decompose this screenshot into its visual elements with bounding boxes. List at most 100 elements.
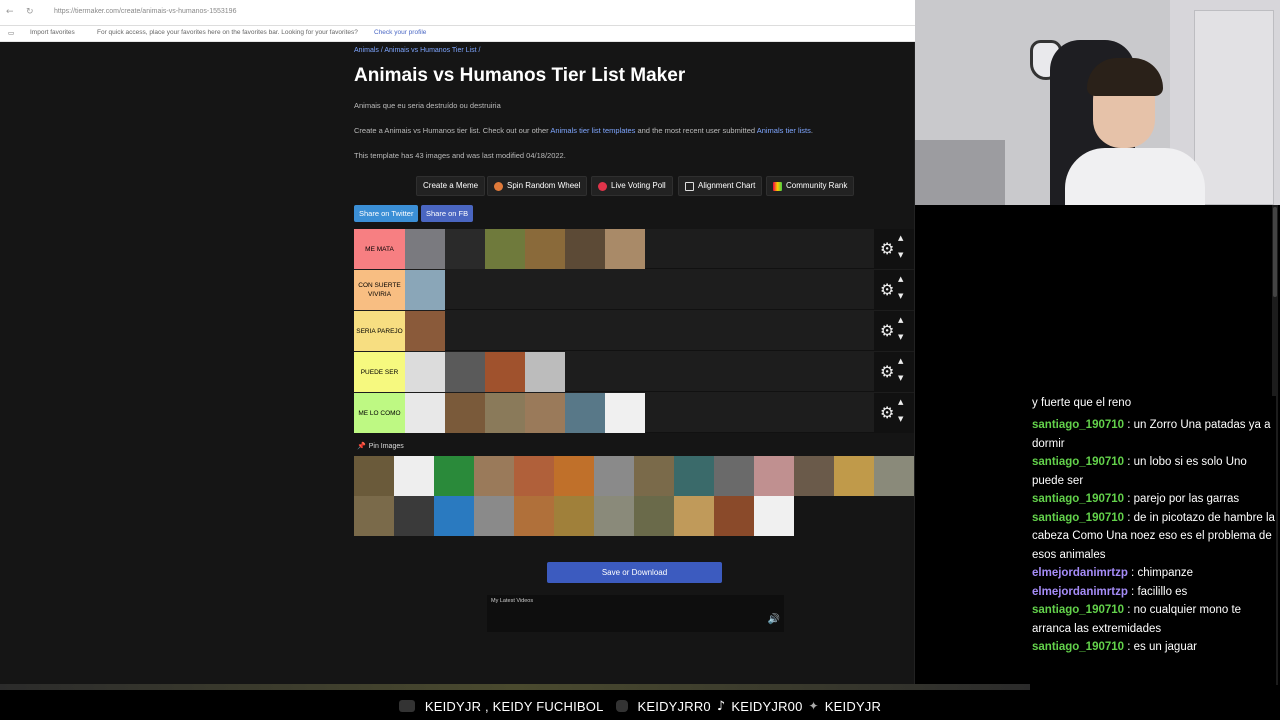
pool-image[interactable] (394, 456, 434, 496)
gear-icon[interactable]: ⚙ (880, 323, 894, 339)
pool-image[interactable] (474, 496, 514, 536)
tier-lists-link[interactable]: Animals tier lists (757, 126, 811, 135)
pool-image[interactable] (554, 496, 594, 536)
stream-screen: ← ↻ https://tiermaker.com/create/animais… (0, 0, 1280, 720)
pool-image[interactable] (354, 496, 394, 536)
pool-image[interactable] (714, 456, 754, 496)
animal-image[interactable] (405, 270, 445, 310)
chat-message: santiago_190710 : es un jaguar (1032, 641, 1197, 653)
pool-image[interactable] (794, 456, 834, 496)
pool-image[interactable] (434, 456, 474, 496)
animal-image[interactable] (405, 393, 445, 433)
animal-image[interactable] (405, 352, 445, 392)
pool-image[interactable] (514, 456, 554, 496)
url-text[interactable]: https://tiermaker.com/create/animais-vs-… (54, 8, 236, 15)
gear-icon[interactable]: ⚙ (880, 405, 894, 421)
chat-message: elmejordanimrtzp : facilillo es (1032, 585, 1188, 598)
animal-image[interactable] (525, 229, 565, 269)
check-profile-link[interactable]: Check your profile (374, 29, 426, 36)
pool-image[interactable] (674, 496, 714, 536)
pool-image[interactable] (434, 496, 474, 536)
pool-image[interactable] (594, 456, 634, 496)
chevron-up-icon[interactable]: ▲ (898, 275, 903, 283)
tier-items (405, 393, 645, 433)
pool-image[interactable] (674, 456, 714, 496)
youtube-icon (398, 700, 415, 712)
chevron-down-icon[interactable]: ▼ (898, 333, 903, 341)
gear-icon[interactable]: ⚙ (880, 241, 894, 257)
tier-items (405, 311, 445, 351)
address-bar[interactable]: ← ↻ https://tiermaker.com/create/animais… (0, 0, 915, 26)
voting-poll-button[interactable]: Live Voting Poll (591, 176, 673, 196)
social-twitter: KEIDYJR (824, 698, 882, 714)
animal-image[interactable] (605, 229, 645, 269)
pool-image[interactable] (634, 496, 674, 536)
pool-image[interactable] (594, 496, 634, 536)
animal-image[interactable] (445, 352, 485, 392)
animal-image[interactable] (605, 393, 645, 433)
animal-image[interactable] (445, 393, 485, 433)
pool-image[interactable] (514, 496, 554, 536)
animal-image[interactable] (485, 393, 525, 433)
chevron-down-icon[interactable]: ▼ (898, 374, 903, 382)
community-rank-button[interactable]: Community Rank (766, 176, 855, 196)
latest-videos-player[interactable]: My Latest Videos 🔊 (487, 595, 784, 632)
pool-image[interactable] (714, 496, 754, 536)
chat-message-partial: y fuerte que el reno (1032, 397, 1132, 409)
chevron-up-icon[interactable]: ▲ (898, 357, 903, 365)
pool-image[interactable] (474, 456, 514, 496)
chevron-up-icon[interactable]: ▲ (898, 234, 903, 242)
pool-image[interactable] (554, 456, 594, 496)
create-meme-button[interactable]: Create a Meme (416, 176, 486, 196)
chat-text: facilillo es (1137, 585, 1188, 598)
tier-label[interactable]: ME MATA (354, 229, 405, 269)
tier-label[interactable]: ME LO COMO (354, 393, 405, 433)
chevron-up-icon[interactable]: ▲ (898, 316, 903, 324)
tier-row: SERIA PAREJO ⚙ ▲ ▼ (354, 311, 914, 351)
animal-image[interactable] (405, 311, 445, 351)
tier-items (405, 270, 445, 310)
pool-image[interactable] (874, 456, 914, 496)
pool-image[interactable] (754, 456, 794, 496)
chevron-down-icon[interactable]: ▼ (898, 251, 903, 259)
pool-image[interactable] (834, 456, 874, 496)
import-favorites-link[interactable]: Import favorites (30, 29, 75, 36)
animal-image[interactable] (445, 229, 485, 269)
chevron-down-icon[interactable]: ▼ (898, 415, 903, 423)
animal-image[interactable] (405, 229, 445, 269)
share-fb-button[interactable]: Share on FB (421, 205, 474, 222)
animal-image[interactable] (485, 352, 525, 392)
templates-link[interactable]: Animals tier list templates (550, 126, 635, 135)
animal-image[interactable] (565, 393, 605, 433)
tier-label[interactable]: PUEDE SER (354, 352, 405, 392)
alignment-chart-button[interactable]: Alignment Chart (678, 176, 763, 196)
chevron-up-icon[interactable]: ▲ (898, 398, 903, 406)
back-icon[interactable]: ← (6, 7, 14, 17)
gear-icon[interactable]: ⚙ (880, 282, 894, 298)
tier-list: ME MATA ⚙ ▲ ▼ CON SUERTE VIVIRIA ⚙ ▲ ▼ SERIA PAR… (354, 229, 914, 433)
animal-image[interactable] (525, 393, 565, 433)
poll-icon (598, 181, 607, 191)
spin-wheel-button[interactable]: Spin Random Wheel (487, 176, 588, 196)
tier-label[interactable]: SERIA PAREJO (354, 311, 405, 351)
pool-image[interactable] (394, 496, 434, 536)
pool-image[interactable] (754, 496, 794, 536)
animal-image[interactable] (565, 229, 605, 269)
chevron-down-icon[interactable]: ▼ (898, 292, 903, 300)
share-twitter-button[interactable]: Share on Twitter (354, 205, 419, 222)
chat-username: elmejordanimrtzp (1032, 585, 1128, 598)
tier-label[interactable]: CON SUERTE VIVIRIA (354, 270, 405, 310)
gear-icon[interactable]: ⚙ (880, 364, 894, 380)
save-download-button[interactable]: Save or Download (547, 562, 722, 583)
import-icon[interactable]: ▭ (8, 29, 14, 37)
speaker-icon[interactable]: 🔊 (768, 614, 780, 625)
refresh-icon[interactable]: ↻ (26, 7, 34, 17)
pin-images-toggle[interactable]: 📌 Pin Images (357, 442, 404, 450)
page-description: Create a Animais vs Humanos tier list. C… (354, 126, 813, 135)
pool-image[interactable] (354, 456, 394, 496)
pool-image[interactable] (634, 456, 674, 496)
animal-image[interactable] (525, 352, 565, 392)
animal-image[interactable] (485, 229, 525, 269)
breadcrumb[interactable]: Animals / Animais vs Humanos Tier List / (354, 47, 480, 54)
pin-icon: 📌 (357, 443, 366, 450)
